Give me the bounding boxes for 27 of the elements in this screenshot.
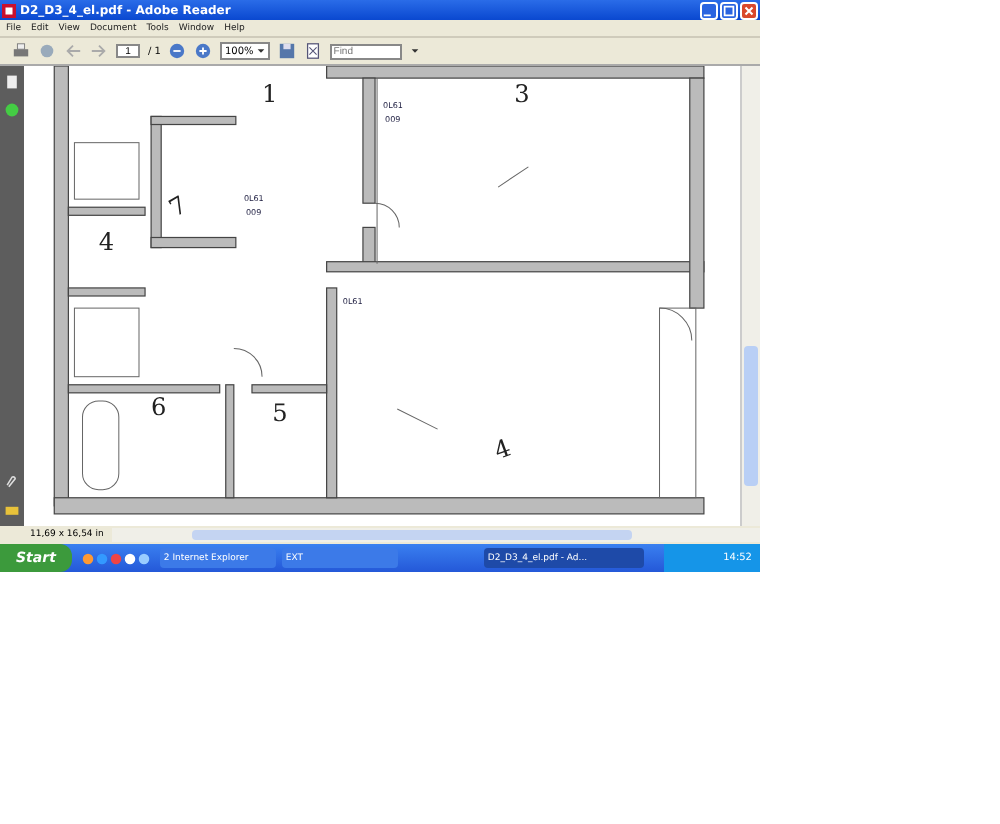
room-number: 6	[150, 393, 167, 422]
room-number: 1	[261, 80, 278, 109]
quick-launch-icons[interactable]	[79, 551, 152, 565]
pages-icon[interactable]	[3, 74, 20, 90]
room-number: 7	[164, 190, 192, 223]
close-button[interactable]	[740, 1, 758, 19]
room-number: 4	[98, 227, 114, 256]
caret-icon	[255, 46, 266, 56]
room-number: 4	[490, 433, 515, 466]
print-icon[interactable]	[12, 42, 30, 60]
room-number: 3	[514, 80, 530, 109]
room-number: 5	[271, 399, 288, 428]
horizontal-scrollbar[interactable]	[111, 528, 760, 542]
maximize-button[interactable]	[720, 1, 738, 19]
comment-icon[interactable]	[3, 502, 20, 518]
zoom-in-icon[interactable]	[194, 42, 213, 60]
close-icon	[742, 3, 756, 17]
minimize-button[interactable]	[700, 1, 718, 19]
pdf-file-icon	[2, 3, 16, 17]
vertical-scrollbar[interactable]	[740, 66, 760, 526]
zoom-out-icon[interactable]	[168, 42, 187, 60]
circle-icon[interactable]	[3, 102, 20, 118]
fit-page-icon[interactable]	[303, 42, 322, 60]
maximize-icon	[722, 3, 736, 17]
paperclip-icon[interactable]	[3, 474, 20, 490]
caret-icon[interactable]	[409, 46, 420, 56]
save-icon[interactable]	[277, 42, 296, 60]
